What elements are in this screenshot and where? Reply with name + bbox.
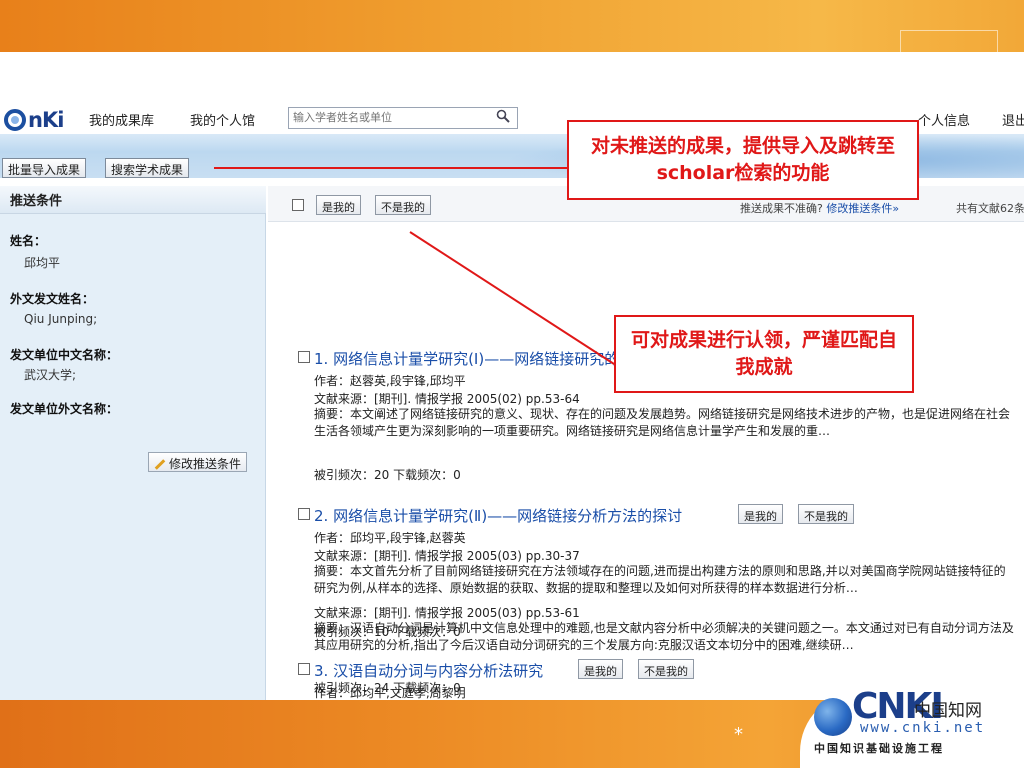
slide: nKi 我的成果库 我的个人馆 个人信息 退出 推送条件 姓名： 邱均平 外文发… [0, 0, 1024, 768]
annotation-claim-callout: 可对成果进行认领，严谨匹配自我成就 [614, 315, 914, 393]
annotation-import-callout: 对未推送的成果，提供导入及跳转至scholar检索的功能 [567, 120, 919, 200]
